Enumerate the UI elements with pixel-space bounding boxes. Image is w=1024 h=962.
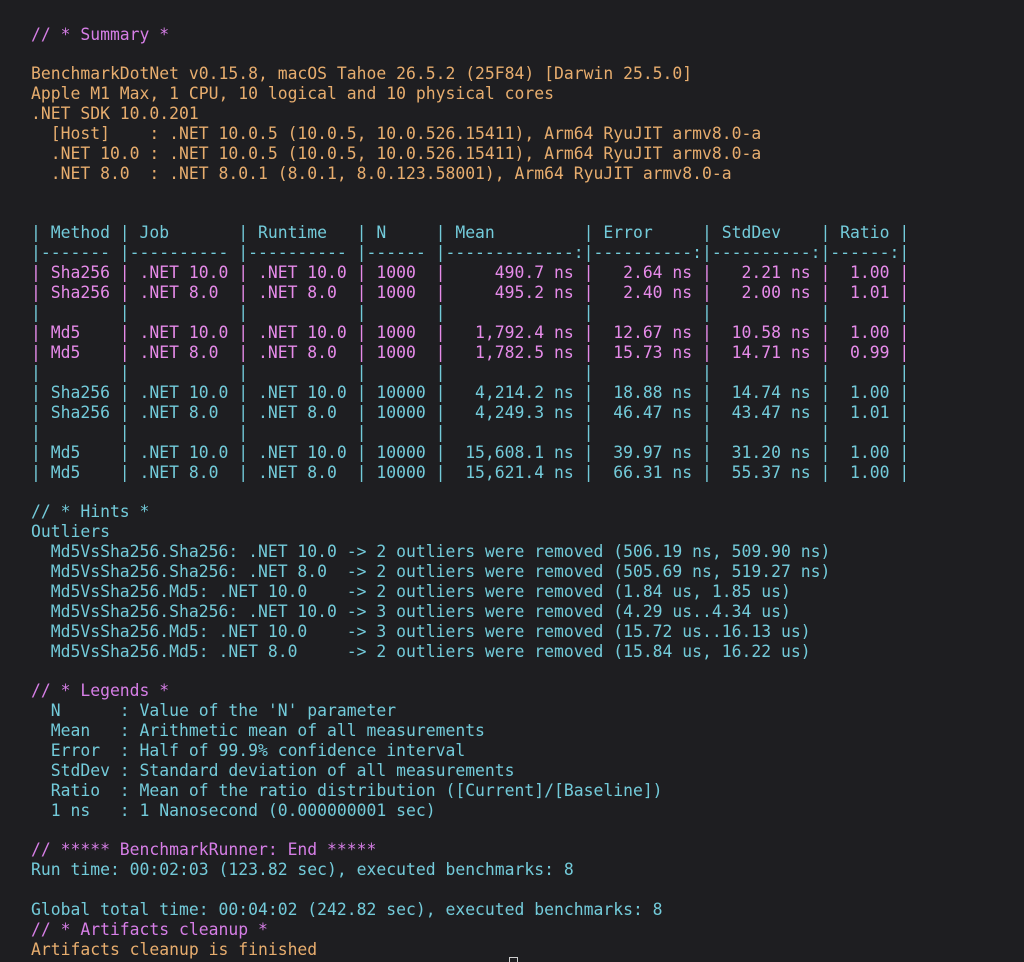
env-line-net10: .NET 10.0 : .NET 10.0.5 (10.0.5, 10.0.52… (31, 144, 762, 163)
table-row: | Sha256 | .NET 10.0 | .NET 10.0 | 1000 … (31, 263, 910, 282)
hints-title: Outliers (31, 522, 110, 541)
text-cursor (509, 957, 518, 962)
env-line-benchmarkdotnet: BenchmarkDotNet v0.15.8, macOS Tahoe 26.… (31, 64, 693, 83)
global-time-line: Global total time: 00:04:02 (242.82 sec)… (31, 900, 663, 919)
table-row: | Md5 | .NET 8.0 | .NET 8.0 | 1000 | 1,7… (31, 343, 910, 362)
table-blank-row: | | | | | | | | | (31, 423, 910, 442)
legend-line: N : Value of the 'N' parameter (31, 701, 397, 720)
table-separator-row: |------- |---------- |---------- |------… (31, 243, 910, 262)
legend-line: StdDev : Standard deviation of all measu… (31, 761, 515, 780)
legend-line: Mean : Arithmetic mean of all measuremen… (31, 721, 485, 740)
outlier-line: Md5VsSha256.Md5: .NET 10.0 -> 3 outliers… (31, 622, 811, 641)
outlier-line: Md5VsSha256.Sha256: .NET 10.0 -> 3 outli… (31, 602, 791, 621)
table-row: | Sha256 | .NET 10.0 | .NET 10.0 | 10000… (31, 383, 910, 402)
runner-end-header: // ***** BenchmarkRunner: End ***** (31, 840, 377, 859)
cleanup-header: // * Artifacts cleanup * (31, 920, 268, 939)
table-row: | Md5 | .NET 10.0 | .NET 10.0 | 1000 | 1… (31, 323, 910, 342)
outlier-line: Md5VsSha256.Sha256: .NET 8.0 -> 2 outlie… (31, 562, 831, 581)
summary-header: // * Summary * (31, 25, 170, 44)
hints-header: // * Hints * (31, 502, 150, 521)
legend-line: Error : Half of 99.9% confidence interva… (31, 741, 466, 760)
table-row: | Md5 | .NET 8.0 | .NET 8.0 | 10000 | 15… (31, 463, 910, 482)
outlier-line: Md5VsSha256.Md5: .NET 8.0 -> 2 outliers … (31, 642, 811, 661)
outlier-line: Md5VsSha256.Md5: .NET 10.0 -> 2 outliers… (31, 582, 791, 601)
table-header-row: | Method | Job | Runtime | N | Mean | Er… (31, 223, 910, 242)
outlier-line: Md5VsSha256.Sha256: .NET 10.0 -> 2 outli… (31, 542, 831, 561)
table-row: | Md5 | .NET 10.0 | .NET 10.0 | 10000 | … (31, 443, 910, 462)
env-line-cpu: Apple M1 Max, 1 CPU, 10 logical and 10 p… (31, 84, 555, 103)
table-row: | Sha256 | .NET 8.0 | .NET 8.0 | 10000 |… (31, 403, 910, 422)
legends-header: // * Legends * (31, 681, 170, 700)
table-blank-row: | | | | | | | | | (31, 363, 910, 382)
env-line-host: [Host] : .NET 10.0.5 (10.0.5, 10.0.526.1… (31, 124, 762, 143)
table-blank-row: | | | | | | | | | (31, 303, 910, 322)
env-line-sdk: .NET SDK 10.0.201 (31, 104, 199, 123)
table-row: | Sha256 | .NET 8.0 | .NET 8.0 | 1000 | … (31, 283, 910, 302)
terminal-output[interactable]: // * Summary * BenchmarkDotNet v0.15.8, … (0, 0, 1024, 962)
run-time-line: Run time: 00:02:03 (123.82 sec), execute… (31, 860, 574, 879)
legend-line: Ratio : Mean of the ratio distribution (… (31, 781, 663, 800)
legend-line: 1 ns : 1 Nanosecond (0.000000001 sec) (31, 801, 436, 820)
cleanup-message: Artifacts cleanup is finished (31, 940, 318, 959)
env-line-net8: .NET 8.0 : .NET 8.0.1 (8.0.1, 8.0.123.58… (31, 164, 732, 183)
